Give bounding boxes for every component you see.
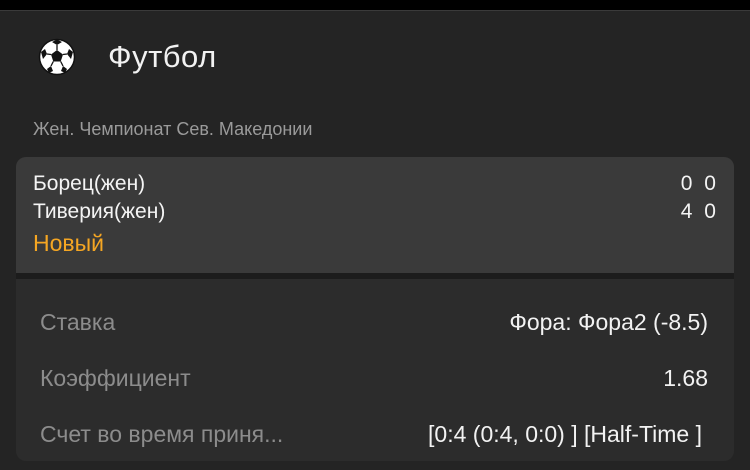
detail-label: Коэффициент — [40, 365, 191, 391]
detail-value: [0:4 (0:4, 0:0) ] [Half-Time ] — [428, 421, 702, 447]
league-name: Жен. Чемпионат Сев. Македонии — [33, 119, 313, 139]
sport-title: Футбол — [108, 39, 217, 74]
score-home: 0 0 — [680, 172, 716, 195]
divider — [16, 273, 734, 279]
team-away: Тиверия(жен) — [33, 200, 166, 223]
detail-row-odds: Коэффициент 1.68 — [16, 359, 734, 399]
detail-value: Фора: Фора2 (-8.5) — [509, 309, 708, 335]
bet-status: Новый — [33, 230, 104, 256]
detail-row-score-at-bet: Счет во время приня... [0:4 (0:4, 0:0) ]… — [16, 415, 734, 455]
score-away: 4 0 — [680, 200, 716, 223]
detail-row-stake: Ставка Фора: Фора2 (-8.5) — [16, 303, 734, 343]
team-home: Борец(жен) — [33, 172, 146, 195]
detail-label: Ставка — [40, 309, 116, 335]
sport-header: Футбол — [0, 11, 750, 103]
detail-label: Счет во время приня... — [40, 421, 284, 447]
event-block[interactable]: Борец(жен) 0 0 Тиверия(жен) 4 0 Новый — [16, 157, 734, 273]
detail-value: 1.68 — [663, 365, 708, 391]
bet-detail-screen: Футбол Жен. Чемпионат Сев. Македонии Бор… — [0, 10, 750, 470]
soccer-ball-icon — [38, 38, 76, 76]
bet-card: Борец(жен) 0 0 Тиверия(жен) 4 0 Новый Ст… — [16, 157, 734, 461]
